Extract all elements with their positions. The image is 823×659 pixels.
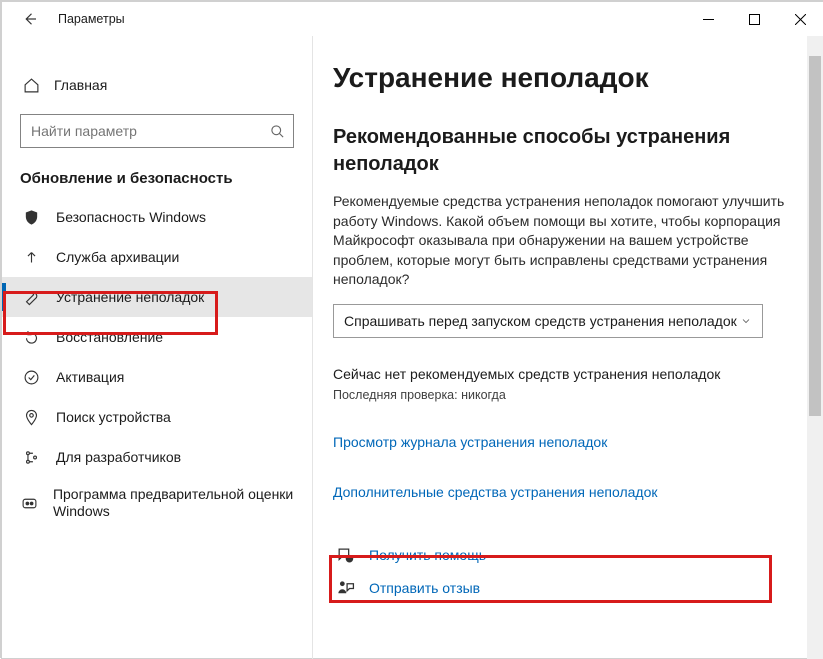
sidebar-item-label: Для разработчиков — [42, 449, 181, 465]
sidebar-item-label: Служба архивации — [42, 249, 179, 265]
search-icon — [270, 124, 285, 139]
chevron-down-icon — [740, 315, 752, 327]
scrollbar-thumb[interactable] — [809, 56, 821, 416]
sidebar-item-troubleshoot[interactable]: Устранение неполадок — [2, 277, 312, 317]
sidebar-item-label: Активация — [42, 369, 124, 385]
sidebar-item-label: Безопасность Windows — [42, 209, 206, 225]
get-help-icon — [333, 546, 357, 565]
home-icon — [20, 77, 42, 94]
window-title: Параметры — [52, 12, 685, 26]
recovery-icon — [20, 329, 42, 346]
back-button[interactable] — [8, 2, 52, 36]
status-last-check: Последняя проверка: никогда — [333, 388, 795, 402]
sidebar-item-find-device[interactable]: Поиск устройства — [2, 397, 312, 437]
sidebar-item-windows-security[interactable]: Безопасность Windows — [2, 197, 312, 237]
sidebar-item-insider[interactable]: Программа предварительной оценки Windows — [2, 477, 312, 529]
get-help-link[interactable]: Получить помощь — [333, 546, 795, 565]
feedback-label: Отправить отзыв — [357, 580, 480, 596]
close-button[interactable] — [777, 2, 823, 36]
settings-sidebar: Главная Обновление и безопасность Безопа… — [2, 36, 312, 659]
sidebar-item-developers[interactable]: Для разработчиков — [2, 437, 312, 477]
search-input[interactable] — [29, 122, 270, 140]
sidebar-item-label: Поиск устройства — [42, 409, 171, 425]
maximize-button[interactable] — [731, 2, 777, 36]
intro-text: Рекомендуемые средства устранения непола… — [333, 192, 795, 290]
troubleshoot-mode-dropdown[interactable]: Спрашивать перед запуском средств устран… — [333, 304, 763, 338]
dropdown-selected-value: Спрашивать перед запуском средств устран… — [344, 313, 740, 329]
minimize-button[interactable] — [685, 2, 731, 36]
get-help-label: Получить помощь — [357, 547, 486, 563]
sidebar-home-label: Главная — [42, 77, 107, 93]
shield-icon — [20, 209, 42, 226]
feedback-link[interactable]: Отправить отзыв — [333, 579, 795, 598]
find-device-icon — [20, 409, 42, 426]
backup-icon — [20, 249, 42, 266]
sidebar-home[interactable]: Главная — [2, 66, 312, 104]
sidebar-item-backup[interactable]: Служба архивации — [2, 237, 312, 277]
link-more-troubleshooters[interactable]: Дополнительные средства устранения непол… — [333, 484, 658, 500]
sidebar-item-recovery[interactable]: Восстановление — [2, 317, 312, 357]
section-title: Рекомендованные способы устранения непол… — [333, 124, 795, 178]
main-content: Устранение неполадок Рекомендованные спо… — [312, 36, 823, 659]
sidebar-item-activation[interactable]: Активация — [2, 357, 312, 397]
wrench-icon — [20, 289, 42, 306]
status-none-text: Сейчас нет рекомендуемых средств устране… — [333, 366, 795, 382]
page-title: Устранение неполадок — [333, 62, 795, 94]
activation-icon — [20, 369, 42, 386]
sidebar-item-label: Восстановление — [42, 329, 163, 345]
search-input-container[interactable] — [20, 114, 294, 148]
feedback-icon — [333, 579, 357, 598]
developers-icon — [20, 449, 42, 466]
link-history[interactable]: Просмотр журнала устранения неполадок — [333, 434, 607, 450]
sidebar-item-label: Программа предварительной оценки Windows — [39, 486, 312, 521]
sidebar-group-header: Обновление и безопасность — [2, 162, 312, 197]
insider-icon — [20, 495, 39, 512]
vertical-scrollbar[interactable] — [807, 36, 823, 659]
sidebar-item-label: Устранение неполадок — [42, 289, 204, 305]
